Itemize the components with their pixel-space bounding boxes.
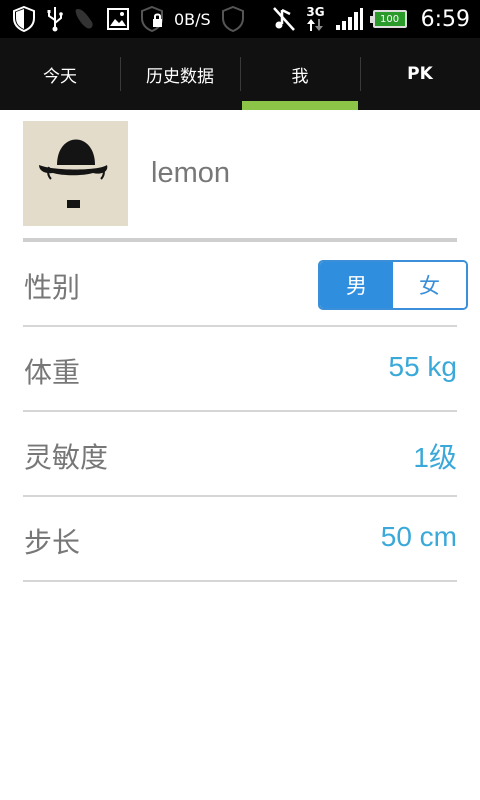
avatar[interactable] bbox=[23, 121, 128, 226]
sensitivity-value[interactable]: 1级 bbox=[413, 436, 457, 476]
data-3g-icon: 3G bbox=[306, 6, 325, 32]
music-off-icon bbox=[272, 6, 296, 32]
gender-female-option[interactable]: 女 bbox=[393, 262, 466, 308]
sensitivity-label: 灵敏度 bbox=[24, 441, 109, 474]
shield-icon bbox=[12, 6, 36, 32]
username: lemon bbox=[151, 157, 230, 189]
net-speed: 0B/S bbox=[174, 9, 211, 29]
stride-row[interactable]: 步长 50 cm bbox=[23, 497, 457, 582]
tab-me[interactable]: 我 bbox=[240, 38, 360, 110]
image-icon bbox=[106, 7, 130, 31]
weight-label: 体重 bbox=[24, 356, 81, 389]
tab-history[interactable]: 历史数据 bbox=[120, 38, 240, 110]
status-icons-left: 0B/S bbox=[12, 4, 245, 34]
gender-male-option[interactable]: 男 bbox=[320, 262, 393, 308]
tab-pk[interactable]: PK bbox=[360, 38, 480, 110]
bowler-hat-mustache-avatar bbox=[23, 121, 128, 226]
status-bar: 0B/S 3G 100 6:59 bbox=[0, 0, 480, 38]
status-icons-right: 3G 100 6:59 bbox=[272, 4, 470, 34]
profile-header: lemon bbox=[23, 121, 457, 241]
gender-label: 性别 bbox=[24, 271, 81, 304]
shield-icon bbox=[221, 6, 245, 32]
stride-label: 步长 bbox=[24, 526, 81, 559]
battery-icon: 100 bbox=[369, 10, 407, 28]
weight-row[interactable]: 体重 55 kg bbox=[23, 327, 457, 412]
tab-bar: 今天 历史数据 我 PK bbox=[0, 38, 480, 110]
tab-today[interactable]: 今天 bbox=[0, 38, 120, 110]
clock: 6:59 bbox=[420, 6, 470, 32]
signal-icon bbox=[335, 7, 363, 31]
gender-row: 性别 男 女 bbox=[23, 242, 468, 327]
stride-value[interactable]: 50 cm bbox=[381, 521, 457, 553]
gender-toggle: 男 女 bbox=[318, 260, 468, 310]
sensitivity-row[interactable]: 灵敏度 1级 bbox=[23, 412, 457, 497]
weight-value[interactable]: 55 kg bbox=[389, 351, 458, 383]
shield-lock-icon bbox=[140, 6, 164, 32]
usb-icon bbox=[46, 6, 64, 32]
footprint-icon bbox=[74, 6, 96, 32]
